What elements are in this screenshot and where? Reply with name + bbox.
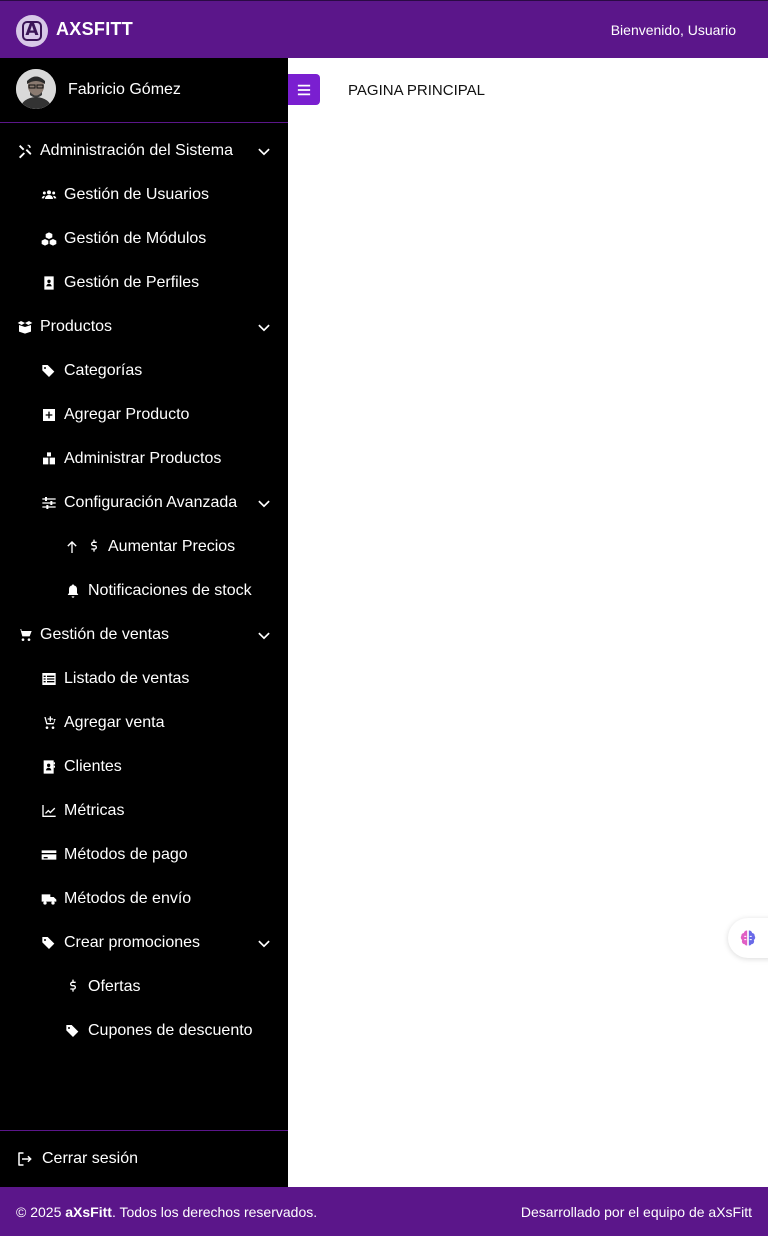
sidebar-item-clientes[interactable]: Clientes: [0, 745, 288, 789]
sidebar-item-label: Productos: [40, 318, 113, 335]
logout-label: Cerrar sesión: [42, 1150, 139, 1167]
sidebar-item-metodos-de-envio[interactable]: Métodos de envío: [0, 877, 288, 921]
avatar: [16, 69, 56, 109]
sidebar-item-label: Agregar venta: [64, 714, 165, 731]
user-profile: Fabricio Gómez: [0, 58, 288, 123]
sidebar-item-gestion-de-modulos[interactable]: Gestión de Módulos: [0, 217, 288, 261]
sidebar-item-metodos-de-pago[interactable]: Métodos de pago: [0, 833, 288, 877]
cart-icon: [16, 626, 34, 644]
sidebar-item-label: Gestión de Perfiles: [64, 274, 200, 291]
sliders-icon: [40, 494, 58, 512]
sidebar-item-label: Gestión de Usuarios: [64, 186, 209, 203]
sidebar-item-label: Notificaciones de stock: [88, 582, 252, 599]
sidebar-item-label: Ofertas: [88, 978, 141, 995]
plus-square-icon: [40, 406, 58, 424]
sidebar-item-gestion-de-ventas[interactable]: Gestión de ventas: [0, 613, 288, 657]
sidebar-item-label: Administración del Sistema: [40, 142, 233, 159]
sidebar: Fabricio Gómez Administración del Sistem…: [0, 58, 288, 1187]
chevron-down-icon[interactable]: [258, 320, 270, 332]
sidebar-item-productos[interactable]: Productos: [0, 305, 288, 349]
top-navbar: A AXSFITT Bienvenido, Usuario: [0, 0, 768, 58]
sidebar-item-label: Configuración Avanzada: [64, 494, 238, 511]
logo-letter: A: [22, 21, 42, 41]
sidebar-item-crear-promociones[interactable]: Crear promociones: [0, 921, 288, 965]
sidebar-item-notificaciones-de-stock[interactable]: Notificaciones de stock: [0, 569, 288, 613]
sidebar-item-aumentar-precios[interactable]: Aumentar Precios: [0, 525, 288, 569]
sidebar-item-agregar-producto[interactable]: Agregar Producto: [0, 393, 288, 437]
tags-icon: [40, 934, 58, 952]
sidebar-item-gestion-de-usuarios[interactable]: Gestión de Usuarios: [0, 173, 288, 217]
sidebar-item-label: Cupones de descuento: [88, 1022, 253, 1039]
sidebar-item-gestion-de-perfiles[interactable]: Gestión de Perfiles: [0, 261, 288, 305]
sidebar-item-categorias[interactable]: Categorías: [0, 349, 288, 393]
sidebar-item-administrar-productos[interactable]: Administrar Productos: [0, 437, 288, 481]
sidebar-item-listado-de-ventas[interactable]: Listado de ventas: [0, 657, 288, 701]
sidebar-item-cupones-de-descuento[interactable]: Cupones de descuento: [0, 1009, 288, 1053]
dollar-icon: [64, 978, 82, 996]
box-open-icon: [16, 318, 34, 336]
sidebar-item-agregar-venta[interactable]: Agregar venta: [0, 701, 288, 745]
chart-line-icon: [40, 802, 58, 820]
sign-out-icon: [18, 1152, 32, 1166]
tools-icon: [16, 142, 34, 160]
logout-button[interactable]: Cerrar sesión: [0, 1130, 288, 1187]
page-title: PAGINA PRINCIPAL: [348, 82, 485, 99]
id-badge-icon: [40, 274, 58, 292]
welcome-text: Bienvenido, Usuario: [610, 22, 736, 38]
arrow-up-dollar-icon: [64, 538, 102, 556]
sidebar-item-label: Métodos de envío: [64, 890, 192, 907]
cart-plus-icon: [40, 714, 58, 732]
credit-card-icon: [40, 846, 58, 864]
sidebar-item-label: Gestión de ventas: [40, 626, 169, 643]
chevron-down-icon[interactable]: [258, 144, 270, 156]
copyright-prefix: © 2025: [16, 1203, 66, 1220]
sidebar-item-metricas[interactable]: Métricas: [0, 789, 288, 833]
users-icon: [40, 186, 58, 204]
sidebar-item-label: Métricas: [64, 802, 125, 819]
sidebar-item-label: Agregar Producto: [64, 406, 190, 423]
sidebar-item-label: Crear promociones: [64, 934, 201, 951]
brand-name[interactable]: AXSFITT: [56, 19, 133, 40]
sidebar-item-configuracion-avanzada[interactable]: Configuración Avanzada: [0, 481, 288, 525]
sidebar-item-administracion-del-sistema[interactable]: Administración del Sistema: [0, 129, 288, 173]
sidebar-item-label: Listado de ventas: [64, 670, 190, 687]
sidebar-item-label: Clientes: [64, 758, 122, 775]
floating-assistant-button[interactable]: [728, 918, 768, 958]
sidebar-item-label: Aumentar Precios: [108, 538, 236, 555]
sidebar-item-label: Métodos de pago: [64, 846, 188, 863]
list-icon: [40, 670, 58, 688]
sidebar-item-label: Categorías: [64, 362, 143, 379]
boxes-icon: [40, 450, 58, 468]
address-book-icon: [40, 758, 58, 776]
footer: © 2025 aXsFitt. Todos los derechos reser…: [0, 1187, 768, 1236]
truck-icon: [40, 890, 58, 908]
sidebar-item-ofertas[interactable]: Ofertas: [0, 965, 288, 1009]
chevron-down-icon[interactable]: [258, 496, 270, 508]
sidebar-item-label: Administrar Productos: [64, 450, 222, 467]
hamburger-icon: [297, 84, 311, 95]
tags-icon: [64, 1022, 82, 1040]
sidebar-item-label: Gestión de Módulos: [64, 230, 207, 247]
sidebar-toggle-button[interactable]: [288, 74, 320, 105]
credits: Desarrollado por el equipo de aXsFitt: [520, 1203, 752, 1220]
footer-brand: aXsFitt: [65, 1203, 112, 1220]
copyright-suffix: . Todos los derechos reservados.: [111, 1203, 318, 1220]
chevron-down-icon[interactable]: [258, 628, 270, 640]
brain-icon: [740, 930, 756, 946]
tags-icon: [40, 362, 58, 380]
brand-logo[interactable]: A: [16, 15, 48, 47]
cubes-icon: [40, 230, 58, 248]
copyright: © 2025 aXsFitt. Todos los derechos reser…: [16, 1204, 317, 1220]
chevron-down-icon[interactable]: [258, 936, 270, 948]
profile-name: Fabricio Gómez: [68, 81, 181, 98]
bell-icon: [64, 582, 82, 600]
